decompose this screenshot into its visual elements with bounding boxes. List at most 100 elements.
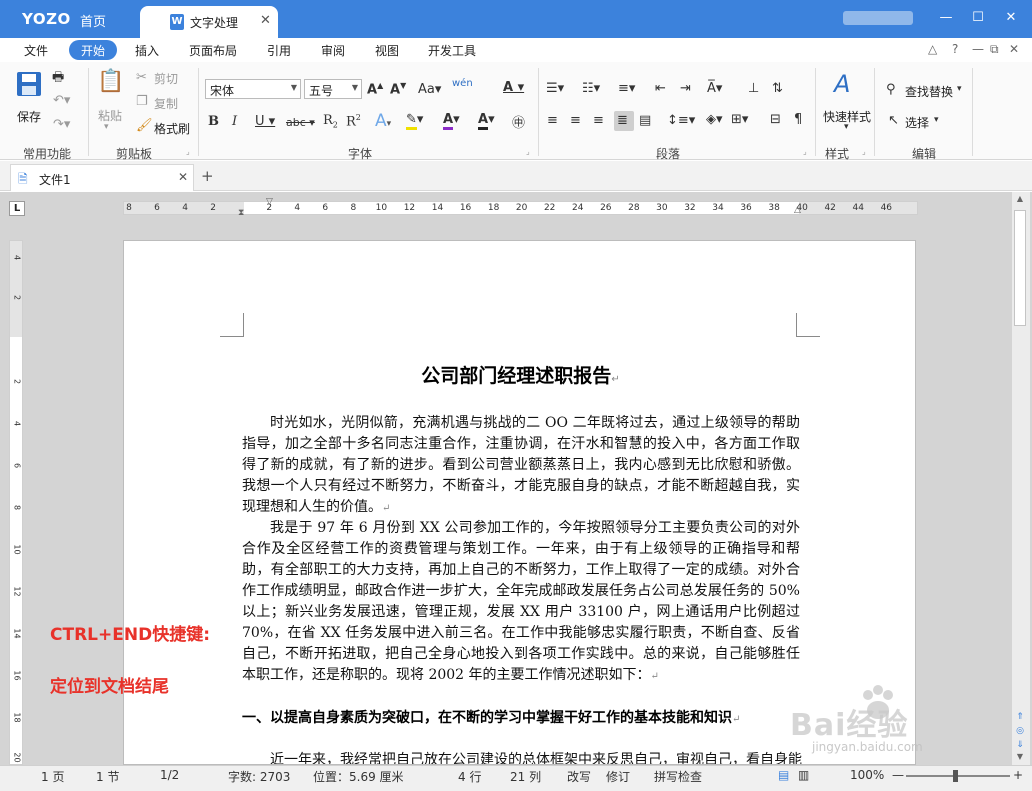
first-line-indent-marker[interactable]: ▽ [266, 197, 273, 207]
undo-icon[interactable]: ↶▾ [53, 93, 70, 108]
zoom-in-button[interactable]: + [1013, 768, 1023, 782]
find-replace-icon[interactable]: ⚲ [886, 82, 896, 97]
distribute-icon[interactable]: ▤ [639, 113, 651, 128]
close-doc-icon[interactable]: ✕ [1009, 42, 1019, 56]
menu-insert[interactable]: 插入 [135, 42, 159, 59]
format-painter-icon[interactable]: 🖌 [136, 118, 153, 133]
italic-icon[interactable]: I [232, 114, 237, 129]
paste-icon[interactable]: 📋 [97, 69, 124, 94]
save-icon[interactable] [15, 70, 43, 98]
close-icon[interactable]: ✕ [178, 170, 188, 184]
phonetic-guide-icon[interactable]: wén [452, 78, 473, 89]
redo-icon[interactable]: ↷▾ [53, 117, 70, 132]
dialog-launcher-icon[interactable]: ⌟ [803, 147, 807, 156]
align-center-icon[interactable]: ≡ [570, 113, 581, 128]
char-shading-icon[interactable]: A▾ [478, 112, 495, 130]
scroll-up-arrow[interactable]: ▲ [1014, 194, 1026, 203]
close-window-button[interactable]: ✕ [1001, 8, 1021, 28]
document-page[interactable]: 公司部门经理述职报告↵ 时光如水，光阴似箭，充满机遇与挑战的二 OO 二年既将过… [123, 240, 916, 765]
doc-app-tab[interactable]: W 文字处理 ✕ [140, 6, 278, 38]
prev-page-icon[interactable]: ⇑ [1014, 712, 1026, 722]
align-left-icon[interactable]: ≡ [547, 113, 558, 128]
copy-button[interactable]: 复制 [154, 95, 178, 112]
subscript-icon[interactable]: R2 [323, 113, 338, 130]
menu-file[interactable]: 文件 [24, 42, 48, 59]
paste-button[interactable]: 粘贴 [98, 107, 122, 124]
maximize-button[interactable]: ☐ [968, 8, 988, 28]
next-page-icon[interactable]: ⇓ [1014, 740, 1026, 750]
chevron-down-icon[interactable]: ▾ [104, 122, 109, 132]
spellcheck-toggle[interactable]: 拼写检查 [654, 768, 702, 785]
zoom-slider-thumb[interactable] [953, 770, 958, 782]
select-cursor-icon[interactable]: ↖ [888, 113, 899, 128]
change-case-icon[interactable]: Aa▾ [418, 82, 441, 97]
status-page-of[interactable]: 1/2 [160, 768, 179, 782]
left-indent-marker[interactable]: ⧗ [238, 208, 244, 218]
copy-icon[interactable]: ❐ [136, 94, 148, 109]
dialog-launcher-icon[interactable]: ⌟ [186, 147, 190, 156]
tab-stop-selector[interactable]: L [9, 201, 25, 216]
menu-review[interactable]: 审阅 [321, 42, 345, 59]
help-icon[interactable]: ? [952, 42, 958, 56]
collapse-ribbon-icon[interactable]: △ [928, 42, 937, 56]
save-button[interactable]: 保存 [17, 108, 41, 125]
scroll-thumb[interactable] [1014, 210, 1026, 326]
chevron-down-icon[interactable]: ▾ [934, 115, 939, 125]
chevron-down-icon[interactable]: ▾ [957, 84, 962, 94]
show-marks-icon[interactable]: ¶ [794, 112, 802, 127]
page-view-icon[interactable]: ▤ [778, 768, 789, 782]
align-right-icon[interactable]: ≡ [593, 113, 604, 128]
superscript-icon[interactable]: R2 [346, 113, 361, 129]
format-painter-button[interactable]: 格式刷 [154, 120, 190, 137]
chinese-layout-icon[interactable]: A̅▾ [707, 81, 722, 96]
dialog-launcher-icon[interactable]: ⌟ [526, 147, 530, 156]
menu-page-layout[interactable]: 页面布局 [189, 42, 237, 59]
multilevel-list-icon[interactable]: ≡▾ [618, 81, 635, 96]
menu-view[interactable]: 视图 [375, 42, 399, 59]
status-section[interactable]: 1 节 [96, 768, 119, 785]
zoom-out-button[interactable]: — [892, 768, 904, 782]
text-effect-icon[interactable]: A▾ [375, 111, 391, 131]
increase-indent-icon[interactable]: ⇥ [680, 81, 691, 96]
menu-developer[interactable]: 开发工具 [428, 42, 476, 59]
font-family-select[interactable]: 宋体 ▼ [205, 79, 301, 99]
dialog-launcher-icon[interactable]: ⌟ [862, 147, 866, 156]
status-word-count[interactable]: 字数: 2703 [228, 768, 290, 785]
line-spacing-icon[interactable]: ↕≡▾ [667, 113, 695, 128]
zoom-slider[interactable] [906, 775, 1010, 777]
min-doc-icon[interactable]: — [972, 42, 984, 56]
underline-icon[interactable]: U ▾ [255, 114, 275, 129]
revise-toggle[interactable]: 修订 [606, 768, 630, 785]
scroll-down-arrow[interactable]: ▼ [1014, 752, 1026, 761]
menu-references[interactable]: 引用 [267, 42, 291, 59]
font-color-icon[interactable]: A▾ [443, 112, 460, 130]
justify-icon[interactable]: ≣ [617, 113, 628, 128]
web-view-icon[interactable]: ▥ [798, 768, 809, 782]
quick-styles-icon[interactable]: A [834, 70, 850, 98]
borders-icon[interactable]: ⊞▾ [731, 112, 748, 127]
status-page[interactable]: 1 页 [41, 768, 64, 785]
print-icon[interactable]: 🖶 [52, 68, 64, 90]
shading-icon[interactable]: ◈▾ [706, 112, 723, 127]
vertical-ruler[interactable]: 4 2 2 4 6 8 10 12 14 16 18 20 [9, 240, 23, 765]
number-list-icon[interactable]: ☷▾ [582, 81, 600, 96]
bullet-list-icon[interactable]: ☰▾ [546, 81, 564, 96]
shrink-font-icon[interactable]: A▼ [390, 81, 406, 97]
select-button[interactable]: 选择 [905, 114, 929, 131]
right-indent-marker[interactable]: △ [794, 205, 801, 215]
home-tab[interactable]: 首页 [80, 11, 106, 30]
line-break-icon[interactable]: ⊥ [748, 81, 759, 96]
close-icon[interactable]: ✕ [260, 13, 271, 28]
font-size-select[interactable]: 五号 ▼ [304, 79, 362, 99]
enclose-char-icon[interactable]: ㊥ [512, 112, 525, 131]
menu-home-active[interactable]: 开始 [69, 40, 117, 60]
minimize-button[interactable]: — [936, 8, 956, 28]
zoom-level[interactable]: 100% [850, 768, 884, 782]
highlight-icon[interactable]: ✎▾ [406, 112, 423, 130]
tab-stops-icon[interactable]: ⊟ [770, 112, 781, 127]
sort-icon[interactable]: ⇅ [772, 81, 783, 96]
find-replace-button[interactable]: 查找替换 [905, 83, 953, 100]
chevron-down-icon[interactable]: ▾ [844, 122, 849, 132]
overwrite-toggle[interactable]: 改写 [567, 768, 591, 785]
user-account[interactable] [843, 11, 913, 25]
